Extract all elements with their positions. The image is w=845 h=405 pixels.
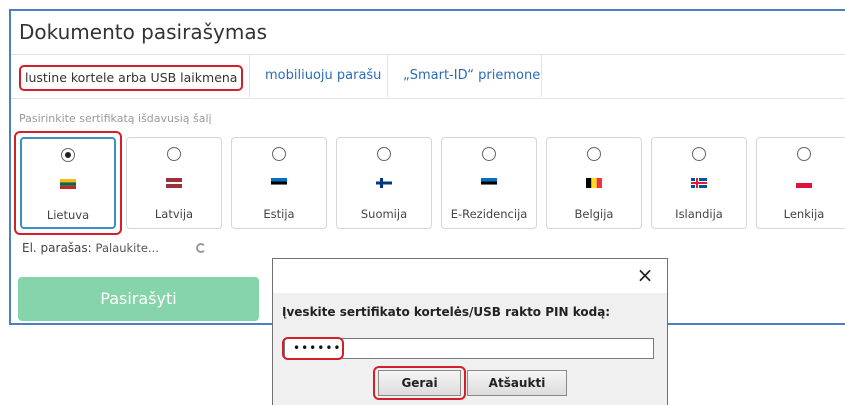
tab-mobile-signature[interactable]: mobiliuoju parašu: [265, 55, 381, 97]
dialog-titlebar: ×: [273, 259, 667, 293]
radio-button[interactable]: [272, 147, 286, 161]
country-card-belgija[interactable]: Belgija: [546, 137, 642, 229]
tabs-divider: [11, 98, 845, 99]
poland-flag-icon: [796, 178, 812, 188]
country-name: Lenkija: [783, 207, 825, 221]
ok-button[interactable]: Gerai: [378, 370, 461, 396]
tab-divider: [541, 55, 542, 97]
estonia-flag-icon: [271, 178, 287, 188]
cancel-button[interactable]: Atšaukti: [467, 370, 567, 396]
signature-label: El. parašas:: [22, 241, 92, 255]
country-card-estija[interactable]: Estija: [231, 137, 327, 229]
page-title: Dokumento pasirašymas: [19, 20, 267, 44]
country-prompt: Pasirinkite sertifikatą išdavusią šalį: [19, 112, 212, 125]
country-name: Estija: [263, 207, 295, 221]
country-card-e-rezidencija[interactable]: E-Rezidencija: [441, 137, 537, 229]
radio-button[interactable]: [482, 147, 496, 161]
latvia-flag-icon: [166, 178, 182, 188]
finland-flag-icon: [376, 178, 392, 188]
signing-method-tabs: lustine kortele arba USB laikmena mobili…: [11, 55, 845, 98]
country-name: Belgija: [574, 207, 614, 221]
country-name: Lietuva: [46, 208, 90, 222]
signature-status-text: Palaukite...: [95, 241, 159, 255]
radio-button[interactable]: [692, 147, 706, 161]
sign-button[interactable]: Pasirašyti: [18, 277, 259, 321]
country-card-islandija[interactable]: Islandija: [651, 137, 747, 229]
iceland-flag-icon: [691, 178, 707, 188]
pin-highlight: [282, 337, 344, 360]
signature-status: El. parašas: Palaukite...: [22, 241, 159, 255]
country-name: Suomija: [360, 207, 408, 221]
pin-dialog: × Įveskite sertifikato kortelės/USB rakt…: [272, 258, 668, 405]
estonia-flag-icon: [481, 178, 497, 188]
country-card-lietuva[interactable]: Lietuva: [20, 137, 116, 229]
tab-smart-id[interactable]: „Smart-ID“ priemone: [403, 55, 540, 97]
country-name: Islandija: [675, 207, 723, 221]
close-icon[interactable]: ×: [632, 262, 658, 288]
country-card-lenkija[interactable]: Lenkija: [756, 137, 845, 229]
pin-prompt: Įveskite sertifikato kortelės/USB rakto …: [282, 305, 611, 319]
tab-smart-card-usb[interactable]: lustine kortele arba USB laikmena: [19, 65, 244, 91]
lithuania-flag-icon: [60, 179, 76, 189]
country-name: Latvija: [154, 207, 194, 221]
loading-spinner-icon: [196, 243, 206, 253]
country-card-suomija[interactable]: Suomija: [336, 137, 432, 229]
radio-button[interactable]: [797, 147, 811, 161]
belgium-flag-icon: [586, 178, 602, 188]
radio-button[interactable]: [587, 147, 601, 161]
country-card-latvija[interactable]: Latvija: [126, 137, 222, 229]
radio-button[interactable]: [167, 147, 181, 161]
radio-button[interactable]: [377, 147, 391, 161]
tab-divider: [249, 55, 250, 97]
country-name: E-Rezidencija: [450, 207, 528, 221]
tab-divider: [387, 55, 388, 97]
radio-button[interactable]: [61, 148, 75, 162]
